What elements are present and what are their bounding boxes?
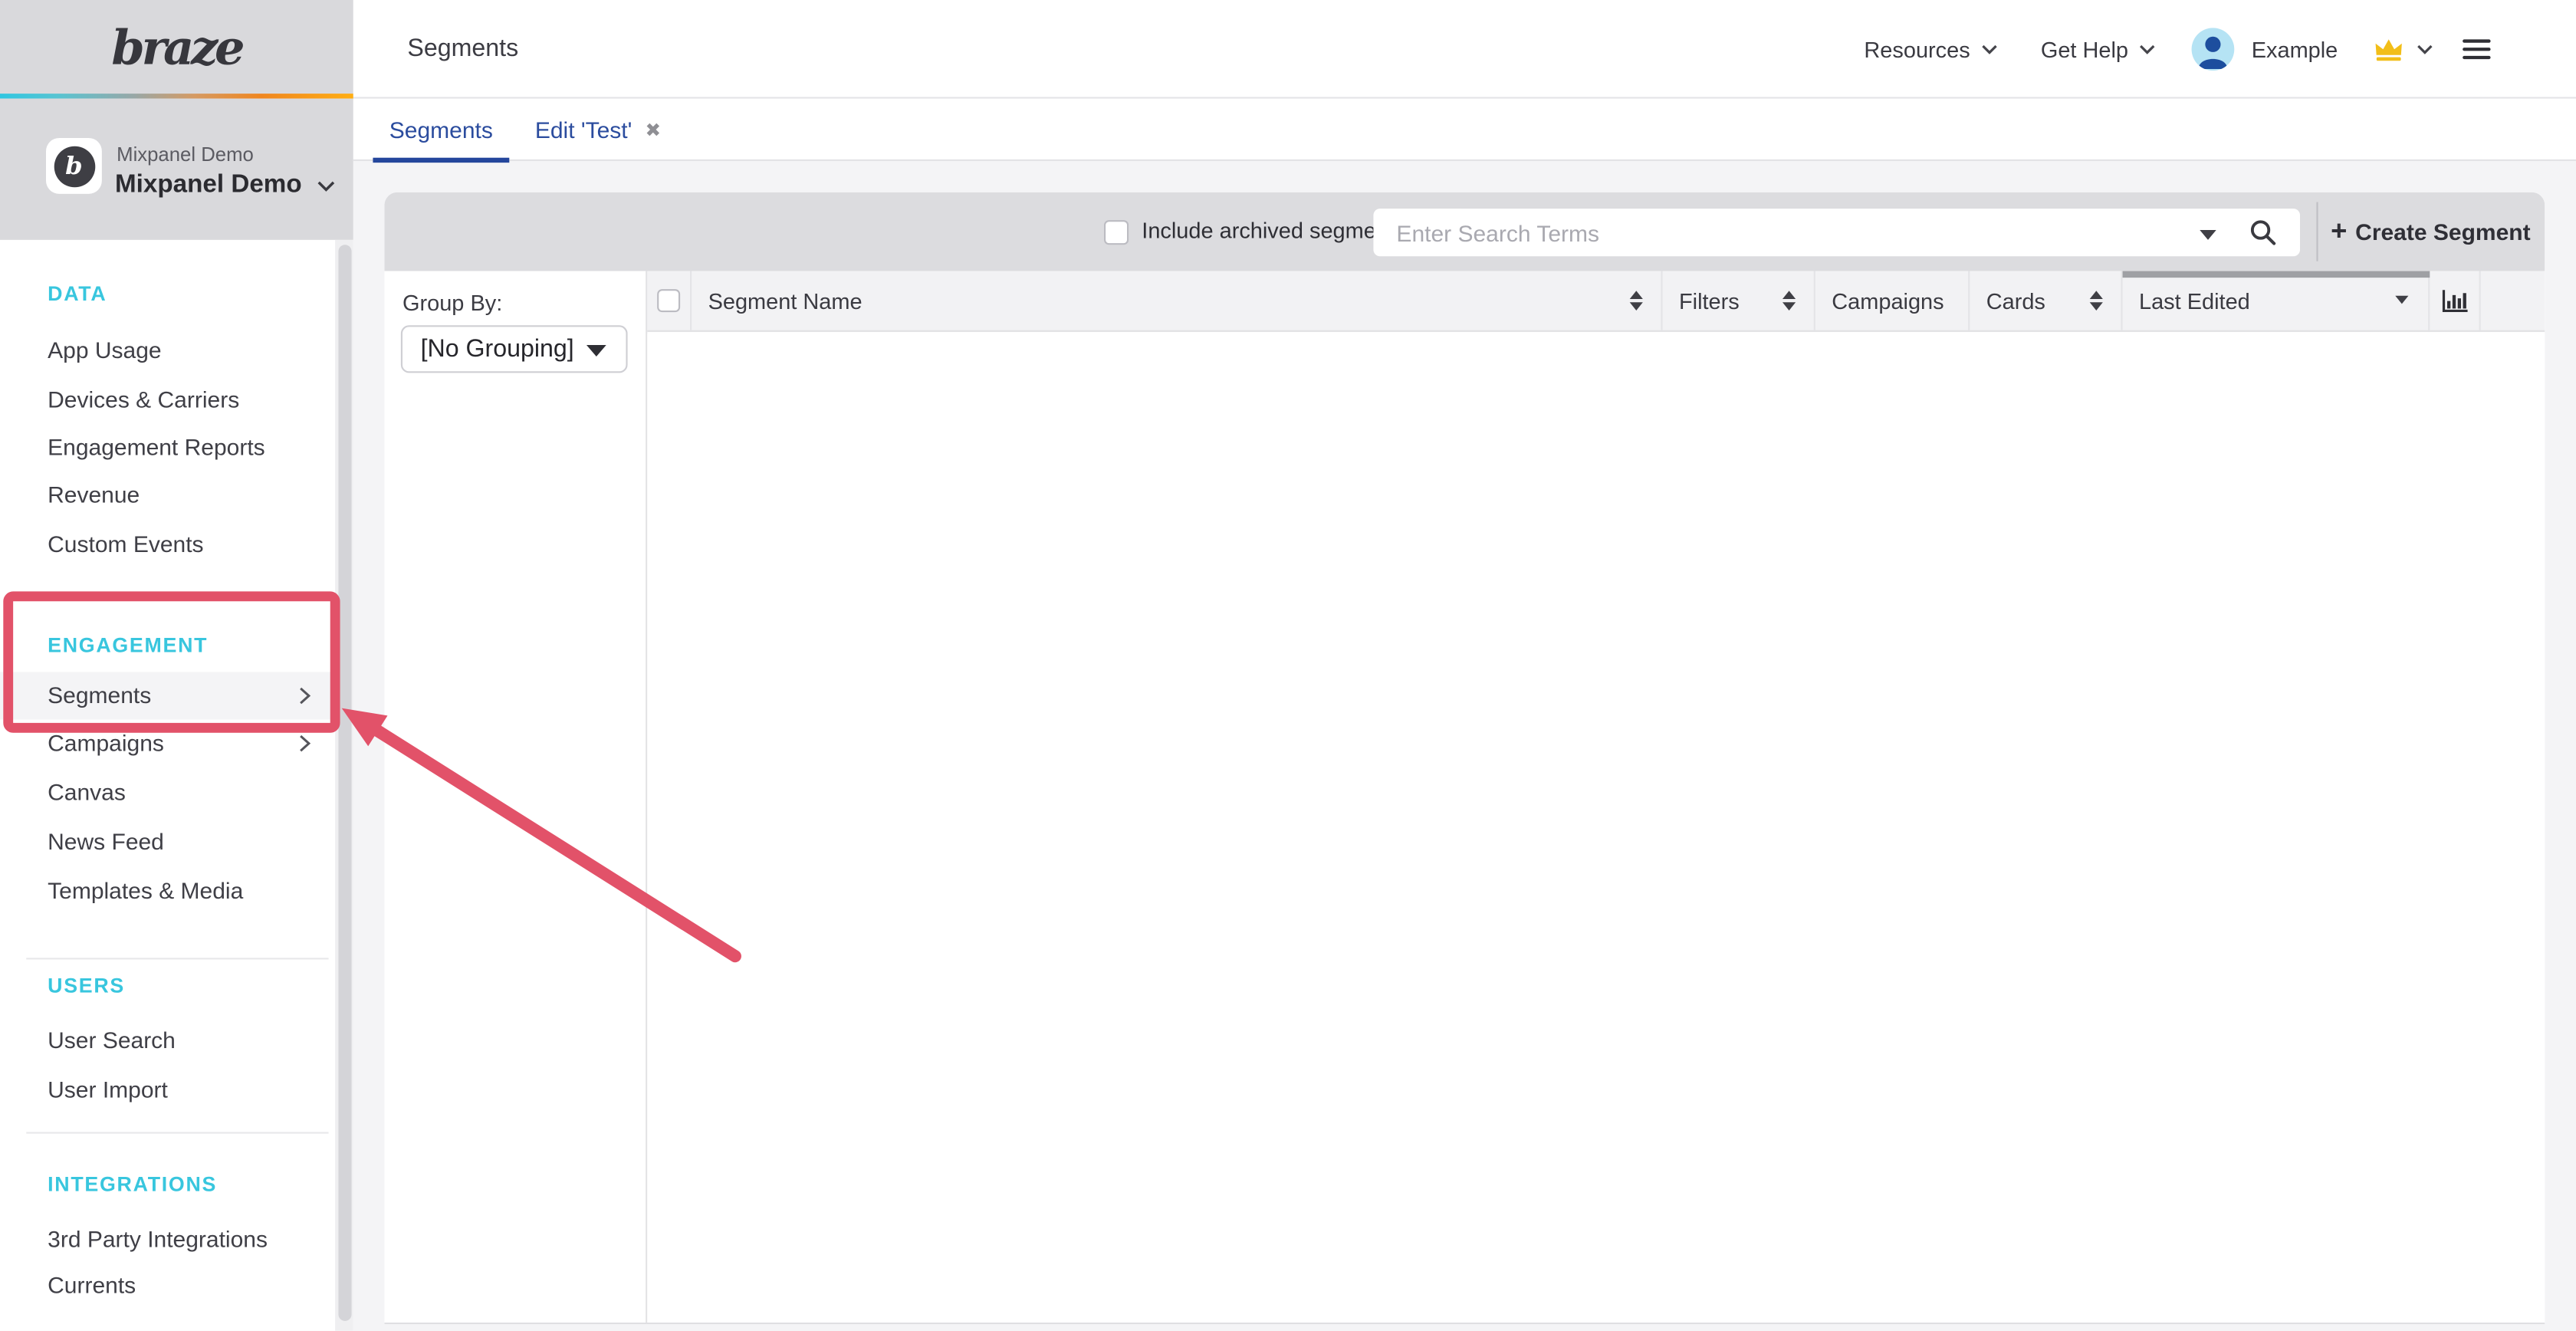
- sidebar-header: braze: [0, 0, 353, 99]
- tab-edit-test[interactable]: Edit 'Test' ✖: [522, 99, 673, 161]
- include-archived-label: Include archived segments: [1142, 192, 1405, 271]
- top-bar-actions: Resources Get Help Exam: [1864, 0, 2576, 99]
- column-header-spacer: [2481, 271, 2545, 330]
- workspace-group-label: Mixpanel Demo: [117, 143, 254, 166]
- tab-segments[interactable]: Segments: [373, 99, 509, 161]
- sort-icon[interactable]: [2090, 290, 2103, 310]
- sidebar-item-revenue[interactable]: Revenue: [0, 472, 335, 518]
- close-icon[interactable]: ✖: [646, 118, 662, 141]
- sorted-column-indicator: [2123, 271, 2430, 278]
- search-box: [1373, 209, 2300, 256]
- segments-toolbar: Include archived segments + Create Segme…: [384, 192, 2545, 271]
- chevron-right-icon: [299, 734, 310, 752]
- sidebar-scrollbar[interactable]: [335, 240, 353, 1331]
- sort-icon[interactable]: [1630, 290, 1643, 310]
- braze-logo: braze: [0, 0, 353, 94]
- search-icon[interactable]: [2249, 219, 2277, 246]
- group-by-label: Group By:: [402, 291, 502, 315]
- sidebar-heading-data: DATA: [48, 271, 107, 317]
- resources-menu[interactable]: Resources: [1864, 37, 1998, 61]
- sidebar-item-devices-carriers[interactable]: Devices & Carriers: [0, 376, 335, 422]
- create-segment-button[interactable]: + Create Segment: [2316, 192, 2545, 271]
- segments-panel: Include archived segments + Create Segme…: [384, 192, 2545, 1324]
- table-header: Segment Name Filters Campaigns Cards Las…: [647, 271, 2545, 332]
- sidebar-scrollbar-thumb[interactable]: [337, 245, 350, 1321]
- hamburger-menu-icon[interactable]: [2463, 38, 2490, 60]
- sort-desc-icon[interactable]: [2395, 296, 2408, 304]
- chevron-right-icon: [299, 686, 310, 705]
- column-header-segment-name[interactable]: Segment Name: [692, 271, 1662, 330]
- sidebar-item-engagement-reports[interactable]: Engagement Reports: [0, 424, 335, 470]
- get-help-menu[interactable]: Get Help: [2041, 37, 2157, 61]
- braze-app-window: Segments Resources Get Help: [0, 0, 2576, 1331]
- top-bar: Segments Resources Get Help: [0, 0, 2576, 99]
- tab-label: Segments: [389, 117, 493, 143]
- search-input[interactable]: [1373, 209, 2203, 256]
- group-by-panel: Group By: [No Grouping]: [384, 271, 646, 1325]
- sidebar-item-templates-media[interactable]: Templates & Media: [0, 867, 335, 913]
- sidebar-divider: [26, 958, 328, 959]
- sidebar: b Mixpanel Demo Mixpanel Demo DATA App U…: [0, 99, 353, 1331]
- crown-icon: [2372, 36, 2405, 62]
- select-all-checkbox[interactable]: [657, 289, 680, 312]
- sidebar-item-canvas[interactable]: Canvas: [0, 769, 335, 815]
- page-title: Segments: [407, 0, 518, 99]
- sidebar-divider: [26, 1132, 328, 1133]
- sidebar-item-user-search[interactable]: User Search: [0, 1017, 335, 1063]
- workspace-logo: b: [46, 138, 102, 194]
- sidebar-heading-users: USERS: [48, 963, 125, 1009]
- sidebar-item-user-import[interactable]: User Import: [0, 1066, 335, 1112]
- get-help-label: Get Help: [2041, 37, 2128, 61]
- search-dropdown-caret-icon[interactable]: [2200, 230, 2216, 240]
- chevron-down-icon: [2417, 44, 2433, 54]
- sort-icon[interactable]: [1783, 290, 1796, 310]
- bar-chart-icon: [2440, 288, 2468, 313]
- column-header-filters[interactable]: Filters: [1663, 271, 1815, 330]
- chevron-down-icon: [1982, 44, 1998, 54]
- group-by-select[interactable]: [No Grouping]: [401, 325, 628, 373]
- sidebar-item-news-feed[interactable]: News Feed: [0, 818, 335, 864]
- resources-label: Resources: [1864, 37, 1970, 61]
- account-menu[interactable]: Example: [2252, 36, 2433, 62]
- chevron-down-icon: [2140, 44, 2156, 54]
- sidebar-item-app-usage[interactable]: App Usage: [0, 327, 335, 373]
- column-header-cards[interactable]: Cards: [1970, 271, 2122, 330]
- tab-bar: Segments Edit 'Test' ✖: [353, 99, 2576, 161]
- sidebar-item-3rd-party-integrations[interactable]: 3rd Party Integrations: [0, 1216, 335, 1262]
- chevron-down-icon: [317, 180, 335, 192]
- user-avatar[interactable]: [2193, 28, 2236, 71]
- select-all-checkbox-cell: [647, 271, 692, 330]
- group-by-value: [No Grouping]: [421, 335, 574, 363]
- sidebar-heading-engagement: ENGAGEMENT: [48, 623, 208, 669]
- account-name: Example: [2252, 37, 2338, 61]
- sidebar-heading-integrations: INTEGRATIONS: [48, 1162, 217, 1208]
- sidebar-item-campaigns[interactable]: Campaigns: [0, 720, 335, 766]
- workspace-name: Mixpanel Demo: [115, 171, 335, 201]
- sidebar-item-custom-events[interactable]: Custom Events: [0, 521, 335, 567]
- workspace-switcher[interactable]: b Mixpanel Demo Mixpanel Demo: [0, 99, 353, 240]
- include-archived-checkbox[interactable]: [1104, 220, 1129, 245]
- column-header-campaigns[interactable]: Campaigns: [1815, 271, 1970, 330]
- tab-label: Edit 'Test': [535, 117, 632, 143]
- table-body-empty: [647, 334, 2545, 1324]
- sidebar-item-segments[interactable]: Segments: [0, 672, 335, 719]
- plus-icon: +: [2331, 215, 2347, 248]
- dropdown-caret-icon: [586, 345, 606, 357]
- column-header-analytics[interactable]: [2430, 271, 2480, 330]
- sidebar-item-currents[interactable]: Currents: [0, 1262, 335, 1308]
- column-header-last-edited[interactable]: Last Edited: [2123, 271, 2430, 330]
